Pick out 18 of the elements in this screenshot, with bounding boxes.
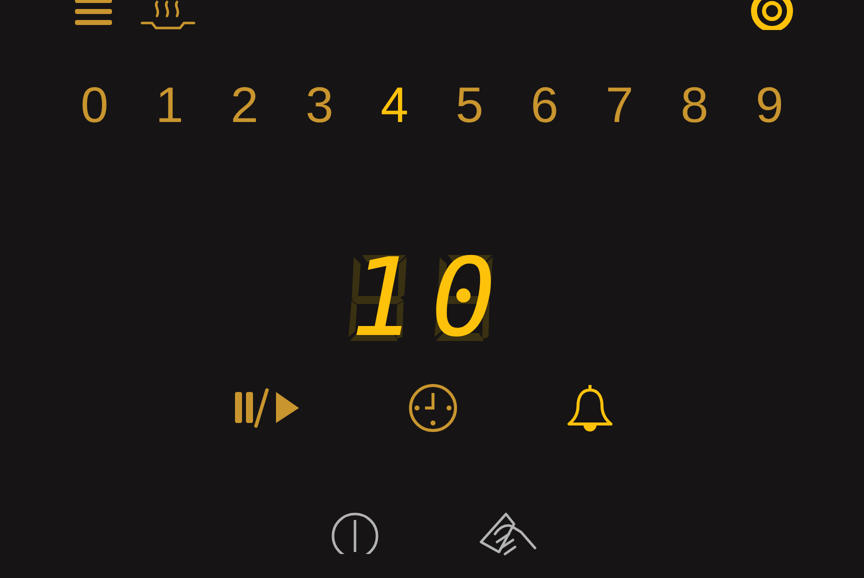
power-icon[interactable] — [331, 512, 379, 554]
bell-icon[interactable] — [566, 383, 614, 433]
pause-play-icon[interactable] — [234, 388, 300, 428]
power-level-digit[interactable]: 6 — [507, 77, 582, 133]
ring-icon[interactable] — [749, 0, 795, 30]
power-level-digit[interactable]: 3 — [282, 77, 357, 133]
steam-pot-icon[interactable] — [140, 0, 196, 30]
menu-icon[interactable] — [75, 0, 112, 26]
power-level-digit[interactable]: 9 — [732, 77, 807, 133]
power-level-digit[interactable]: 5 — [432, 77, 507, 133]
timer-readout: 10 — [342, 255, 512, 343]
power-level-digit[interactable]: 0 — [57, 77, 132, 133]
clock-icon[interactable] — [408, 383, 458, 433]
power-level-digit[interactable]: 1 — [132, 77, 207, 133]
power-level-digit[interactable]: 7 — [582, 77, 657, 133]
power-level-digit[interactable]: 4 — [357, 77, 432, 133]
power-level-digit[interactable]: 2 — [207, 77, 282, 133]
power-level-digit[interactable]: 8 — [657, 77, 732, 133]
